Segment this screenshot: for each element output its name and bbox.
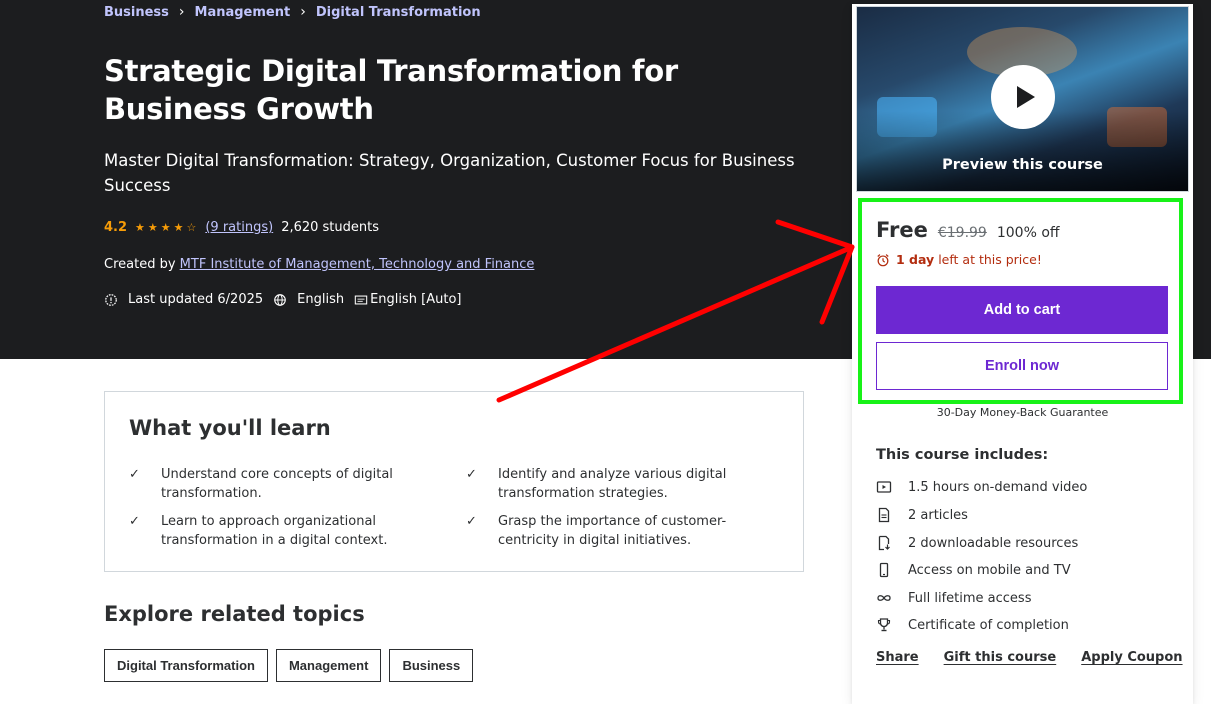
- what-youll-learn: What you'll learn ✓ Understand core conc…: [104, 391, 804, 572]
- alert-badge-icon: [105, 293, 117, 306]
- highlight-box: [858, 198, 1183, 404]
- includes-item: Access on mobile and TV: [876, 562, 1071, 578]
- learn-item: ✓ Learn to approach organizational trans…: [129, 512, 419, 550]
- learn-item-text: Identify and analyze various digital tra…: [498, 467, 727, 501]
- gift-course-link[interactable]: Gift this course: [944, 650, 1057, 665]
- includes-title: This course includes:: [876, 447, 1049, 463]
- learn-item-text: Grasp the importance of customer-centric…: [498, 514, 727, 548]
- created-by: Created by MTF Institute of Management, …: [104, 257, 534, 272]
- breadcrumb-digital-transformation[interactable]: Digital Transformation: [316, 5, 481, 20]
- course-language: English: [297, 292, 345, 307]
- includes-item: 1.5 hours on-demand video: [876, 479, 1087, 495]
- includes-item: Full lifetime access: [876, 590, 1031, 606]
- includes-text: 2 articles: [908, 507, 968, 523]
- learn-item-text: Learn to approach organizational transfo…: [161, 514, 388, 548]
- globe-icon: [274, 293, 286, 306]
- trophy-icon: [877, 618, 891, 632]
- students-count: 2,620 students: [281, 220, 380, 235]
- download-icon: [878, 535, 890, 551]
- chevron-right-icon: ›: [178, 4, 185, 20]
- includes-item: 2 articles: [876, 507, 968, 523]
- money-back-guarantee: 30-Day Money-Back Guarantee: [936, 406, 1109, 419]
- article-icon: [878, 507, 890, 523]
- learn-title: What you'll learn: [129, 416, 331, 440]
- breadcrumb: Business › Management › Digital Transfor…: [104, 4, 481, 20]
- sidebar-actions: Share Gift this course Apply Coupon: [876, 650, 1183, 665]
- apply-coupon-link[interactable]: Apply Coupon: [1081, 650, 1182, 665]
- checkmark-icon: ✓: [129, 467, 140, 482]
- topic-business[interactable]: Business: [389, 649, 474, 682]
- learn-item: ✓ Understand core concepts of digital tr…: [129, 465, 419, 503]
- preview-label: Preview this course: [942, 157, 1103, 173]
- instructor-link[interactable]: MTF Institute of Management, Technology …: [180, 257, 535, 272]
- ratings-count-link[interactable]: (9 ratings): [205, 220, 273, 235]
- infinity-icon: [877, 595, 891, 601]
- course-meta: Last updated 6/2025 English English [Aut…: [104, 292, 462, 307]
- learn-item-text: Understand core concepts of digital tran…: [161, 467, 393, 501]
- rating-value: 4.2: [104, 220, 128, 235]
- video-icon: [876, 481, 892, 493]
- play-icon[interactable]: [991, 65, 1055, 129]
- course-preview[interactable]: Preview this course: [856, 6, 1189, 192]
- includes-text: Certificate of completion: [908, 617, 1069, 633]
- checkmark-icon: ✓: [466, 514, 477, 529]
- captions-icon: [354, 295, 368, 304]
- share-link[interactable]: Share: [876, 650, 919, 665]
- star-rating-icon: ★★★★☆: [135, 221, 200, 234]
- course-title: Strategic Digital Transformation for Bus…: [104, 54, 678, 126]
- breadcrumb-management[interactable]: Management: [195, 5, 291, 20]
- related-topics: Digital Transformation Management Busine…: [104, 649, 474, 682]
- learn-item: ✓ Identify and analyze various digital t…: [466, 465, 756, 503]
- topic-management[interactable]: Management: [275, 649, 382, 682]
- learn-item: ✓ Grasp the importance of customer-centr…: [466, 512, 756, 550]
- last-updated: Last updated 6/2025: [128, 292, 264, 307]
- rating-row: 4.2 ★★★★☆ (9 ratings) 2,620 students: [104, 220, 379, 235]
- mobile-icon: [879, 562, 889, 578]
- checkmark-icon: ✓: [129, 514, 140, 529]
- includes-text: Full lifetime access: [908, 590, 1032, 606]
- checkmark-icon: ✓: [466, 467, 477, 482]
- course-subtitle: Master Digital Transformation: Strategy,…: [104, 151, 795, 195]
- breadcrumb-business[interactable]: Business: [104, 5, 169, 20]
- includes-text: 2 downloadable resources: [908, 535, 1079, 551]
- includes-item: 2 downloadable resources: [876, 535, 1078, 551]
- explore-title: Explore related topics: [104, 602, 365, 626]
- includes-text: 1.5 hours on-demand video: [908, 479, 1088, 495]
- topic-digital-transformation[interactable]: Digital Transformation: [104, 649, 268, 682]
- includes-text: Access on mobile and TV: [908, 562, 1071, 578]
- course-captions: English [Auto]: [370, 292, 462, 307]
- chevron-right-icon: ›: [300, 4, 306, 20]
- created-by-label: Created by: [104, 257, 176, 272]
- includes-item: Certificate of completion: [876, 617, 1069, 633]
